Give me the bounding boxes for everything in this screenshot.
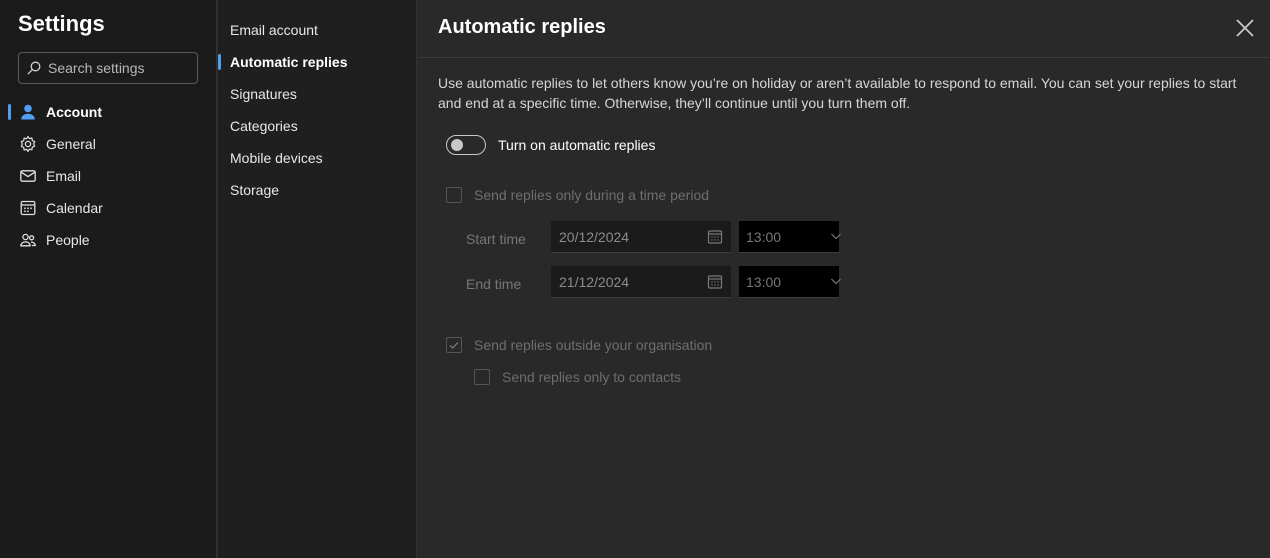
nav-item-label: Email bbox=[46, 168, 82, 184]
subnav-item-email-account[interactable]: Email account bbox=[218, 14, 417, 46]
subnav-item-storage[interactable]: Storage bbox=[218, 174, 417, 206]
checkmark-icon bbox=[449, 341, 459, 349]
subnav-item-mobile-devices[interactable]: Mobile devices bbox=[218, 142, 417, 174]
end-time-label: End time bbox=[466, 276, 522, 292]
end-date-value: 21/12/2024 bbox=[559, 273, 630, 290]
time-period-checkbox[interactable] bbox=[446, 187, 462, 203]
chevron-down-icon bbox=[831, 233, 841, 240]
people-icon bbox=[18, 230, 38, 250]
account-subnav-pane: Email account Automatic replies Signatur… bbox=[218, 0, 417, 558]
automatic-replies-toggle[interactable] bbox=[446, 135, 486, 155]
start-time-value: 13:00 bbox=[746, 228, 782, 245]
search-box[interactable] bbox=[18, 52, 198, 84]
description-text: Use automatic replies to let others know… bbox=[438, 75, 1237, 111]
close-icon bbox=[1236, 19, 1254, 37]
outside-org-label: Send replies outside your organisation bbox=[474, 337, 713, 353]
subnav-item-categories[interactable]: Categories bbox=[218, 110, 417, 142]
outside-org-checkbox[interactable] bbox=[446, 337, 462, 353]
close-button[interactable] bbox=[1234, 17, 1256, 39]
account-subnav-list: Email account Automatic replies Signatur… bbox=[218, 14, 417, 206]
calendar-icon[interactable] bbox=[707, 229, 723, 245]
end-date-field[interactable]: 21/12/2024 bbox=[551, 266, 731, 298]
panel-header: Automatic replies bbox=[418, 0, 1270, 58]
settings-category-list: Account General Email Calendar People bbox=[0, 96, 217, 256]
search-icon bbox=[27, 61, 41, 75]
toggle-knob bbox=[451, 139, 463, 151]
time-period-label: Send replies only during a time period bbox=[474, 187, 710, 203]
nav-item-account[interactable]: Account bbox=[0, 96, 217, 128]
nav-item-people[interactable]: People bbox=[0, 224, 217, 256]
settings-title: Settings bbox=[18, 11, 105, 36]
outside-org-row: Send replies outside your organisation bbox=[446, 337, 712, 353]
contacts-only-checkbox[interactable] bbox=[474, 369, 490, 385]
chevron-down-icon bbox=[831, 278, 841, 285]
nav-item-calendar[interactable]: Calendar bbox=[0, 192, 217, 224]
nav-item-label: Account bbox=[46, 104, 102, 120]
start-date-field[interactable]: 20/12/2024 bbox=[551, 221, 731, 253]
page-title: Automatic replies bbox=[438, 16, 606, 38]
nav-item-label: People bbox=[46, 232, 90, 248]
subnav-item-signatures[interactable]: Signatures bbox=[218, 78, 417, 110]
toggle-label: Turn on automatic replies bbox=[498, 137, 656, 153]
person-icon bbox=[18, 102, 38, 122]
start-time-label: Start time bbox=[466, 231, 526, 247]
calendar-icon bbox=[18, 198, 38, 218]
nav-item-general[interactable]: General bbox=[0, 128, 217, 160]
settings-nav-pane: Settings Account General Email bbox=[0, 0, 217, 558]
subnav-item-automatic-replies[interactable]: Automatic replies bbox=[218, 46, 417, 78]
automatic-replies-toggle-row: Turn on automatic replies bbox=[446, 135, 655, 155]
end-time-value: 13:00 bbox=[746, 273, 782, 290]
start-time-dropdown[interactable]: 13:00 bbox=[739, 221, 841, 253]
mail-icon bbox=[18, 166, 38, 186]
time-period-row: Send replies only during a time period bbox=[446, 187, 709, 203]
start-date-value: 20/12/2024 bbox=[559, 228, 630, 245]
gear-icon bbox=[18, 134, 38, 154]
calendar-icon[interactable] bbox=[707, 274, 723, 290]
nav-item-email[interactable]: Email bbox=[0, 160, 217, 192]
nav-item-label: General bbox=[46, 136, 96, 152]
contacts-only-row: Send replies only to contacts bbox=[474, 369, 681, 385]
contacts-only-label: Send replies only to contacts bbox=[502, 369, 681, 385]
search-input[interactable] bbox=[48, 60, 188, 76]
automatic-replies-panel: Automatic replies Use automatic replies … bbox=[418, 0, 1270, 558]
end-time-dropdown[interactable]: 13:00 bbox=[739, 266, 841, 298]
nav-item-label: Calendar bbox=[46, 200, 103, 216]
